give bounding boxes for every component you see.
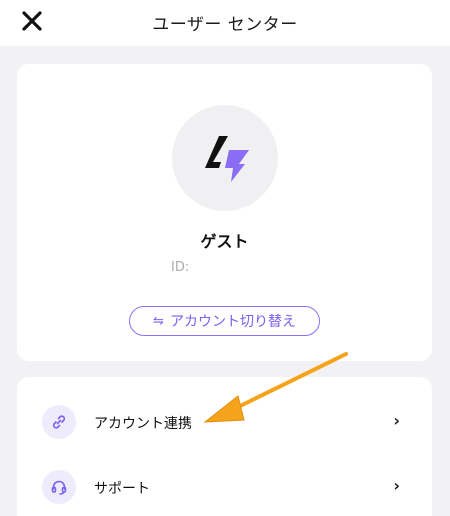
avatar bbox=[172, 105, 278, 211]
chevron-right-icon: › bbox=[393, 476, 400, 495]
switch-icon: ⇋ bbox=[153, 313, 164, 329]
app-logo-icon bbox=[205, 136, 249, 182]
menu-item-label: サポート bbox=[94, 481, 150, 497]
chevron-right-icon: › bbox=[393, 411, 400, 430]
headset-icon bbox=[42, 470, 76, 504]
user-id-label: ID: bbox=[171, 260, 190, 275]
switch-account-button[interactable]: ⇋ アカウント切り替え bbox=[129, 306, 320, 336]
top-bar: ユーザー センター bbox=[0, 0, 450, 46]
switch-account-label: アカウント切り替え bbox=[169, 314, 296, 330]
link-icon bbox=[42, 405, 76, 439]
page-title: ユーザー センター bbox=[152, 15, 298, 35]
menu-item-label: アカウント連携 bbox=[94, 416, 192, 432]
username: ゲスト bbox=[200, 232, 249, 251]
profile-card: ゲスト ID: ⇋ アカウント切り替え bbox=[17, 64, 432, 361]
menu-card: アカウント連携 › サポート › bbox=[17, 377, 432, 516]
menu-item-account-link[interactable]: アカウント連携 › bbox=[17, 389, 432, 453]
menu-item-support[interactable]: サポート › bbox=[17, 454, 432, 516]
